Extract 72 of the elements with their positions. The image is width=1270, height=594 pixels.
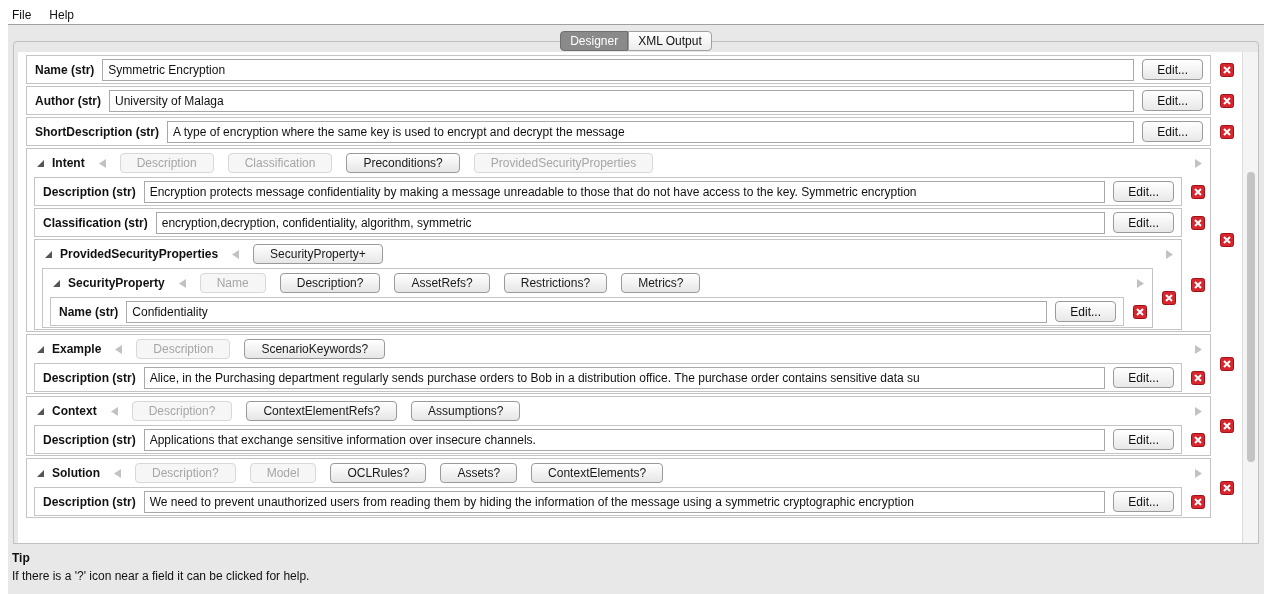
section-title: ProvidedSecurityProperties (60, 246, 219, 263)
field-label: Classification (str) (43, 214, 148, 232)
text-field[interactable]: Confidentiality (126, 300, 1048, 323)
field-label: Description (str) (43, 493, 136, 511)
add-element-button[interactable]: OCLRules? (330, 463, 427, 483)
add-element-button[interactable]: Preconditions? (346, 153, 460, 173)
delete-icon[interactable] (1220, 233, 1234, 247)
edit-button[interactable]: Edit... (1142, 59, 1203, 80)
field-label: Name (str) (35, 61, 95, 79)
expand-toggle-icon[interactable] (37, 407, 44, 415)
section-title: Intent (52, 155, 85, 172)
field-label: Name (str) (59, 303, 119, 321)
add-element-button[interactable]: ContextElements? (531, 463, 664, 483)
delete-icon[interactable] (1220, 419, 1234, 433)
field-label: Author (str) (35, 92, 101, 110)
delete-icon[interactable] (1220, 481, 1234, 495)
add-element-button[interactable]: SecurityProperty+ (253, 244, 383, 264)
section-title: SecurityProperty (68, 275, 165, 292)
field-label: Description (str) (43, 431, 136, 449)
edit-button[interactable]: Edit... (1055, 301, 1116, 322)
expand-toggle-icon[interactable] (37, 345, 44, 353)
tip-title: Tip (12, 550, 31, 567)
tab[interactable]: XML Output (628, 31, 712, 51)
delete-icon[interactable] (1191, 277, 1205, 292)
add-element-button[interactable]: Restrictions? (503, 273, 608, 293)
edit-button[interactable]: Edit... (1113, 212, 1174, 233)
expand-toggle-icon[interactable] (53, 279, 60, 287)
add-element-button[interactable]: Assumptions? (411, 401, 521, 421)
delete-icon[interactable] (1191, 184, 1205, 199)
text-field[interactable]: Symmetric Encryption (102, 58, 1135, 81)
delete-icon[interactable] (1220, 62, 1234, 77)
edit-button[interactable]: Edit... (1113, 181, 1174, 202)
delete-icon[interactable] (1220, 357, 1234, 371)
edit-button[interactable]: Edit... (1142, 121, 1203, 142)
field-label: Description (str) (43, 183, 136, 201)
text-field[interactable]: Applications that exchange sensitive information over insecure channels. (143, 428, 1106, 451)
delete-icon[interactable] (1191, 370, 1205, 385)
add-element-button[interactable]: Assets? (440, 463, 518, 483)
text-field[interactable]: University of Malaga (109, 89, 1135, 112)
menu-item[interactable]: File (12, 6, 32, 24)
edit-button[interactable]: Edit... (1142, 90, 1203, 111)
delete-icon[interactable] (1162, 291, 1176, 305)
add-element-button[interactable]: Metrics? (621, 273, 701, 293)
section-title: Context (52, 403, 97, 420)
edit-button[interactable]: Edit... (1113, 367, 1174, 388)
scrollbar[interactable] (1242, 52, 1258, 543)
tip-text: If there is a '?' icon near a field it can be clicked for help. (12, 568, 311, 585)
edit-button[interactable]: Edit... (1113, 429, 1174, 450)
section-title: Solution (52, 465, 100, 482)
delete-icon[interactable] (1191, 215, 1205, 230)
delete-icon[interactable] (1191, 494, 1205, 509)
delete-icon[interactable] (1133, 304, 1147, 319)
text-field[interactable]: We need to prevent unauthorized users from reading them by hiding the information of the message using a symmetric cryptographic encryption (143, 490, 1106, 513)
add-element-button[interactable]: AssetRefs? (394, 273, 490, 293)
expand-toggle-icon[interactable] (37, 159, 44, 167)
delete-icon[interactable] (1220, 124, 1234, 139)
menu-item[interactable]: Help (49, 6, 75, 24)
add-element-button[interactable]: ScenarioKeywords? (244, 339, 386, 359)
delete-icon[interactable] (1220, 93, 1234, 108)
add-element-button[interactable]: ContextElementRefs? (246, 401, 398, 421)
text-field[interactable]: A type of encryption where the same key is used to encrypt and decrypt the message (167, 120, 1135, 143)
text-field[interactable]: Encryption protects message confidentiality by making a message unreadable to those that do not have access to the key. Symmetric encryption (143, 180, 1106, 203)
text-field[interactable]: Alice, in the Purchasing department regularly sends purchase orders to Bob in a distribution office. The purchase order contains sensitive data su (143, 366, 1106, 389)
expand-toggle-icon[interactable] (37, 469, 44, 477)
delete-icon[interactable] (1191, 432, 1205, 447)
expand-toggle-icon[interactable] (45, 250, 52, 258)
field-label: ShortDescription (str) (35, 123, 159, 141)
text-field[interactable]: encryption,decryption, confidentiality, algorithm, symmetric (155, 211, 1106, 234)
add-element-button[interactable]: Description? (279, 273, 381, 293)
field-label: Description (str) (43, 369, 136, 387)
section-title: Example (52, 341, 102, 358)
edit-button[interactable]: Edit... (1113, 491, 1174, 512)
